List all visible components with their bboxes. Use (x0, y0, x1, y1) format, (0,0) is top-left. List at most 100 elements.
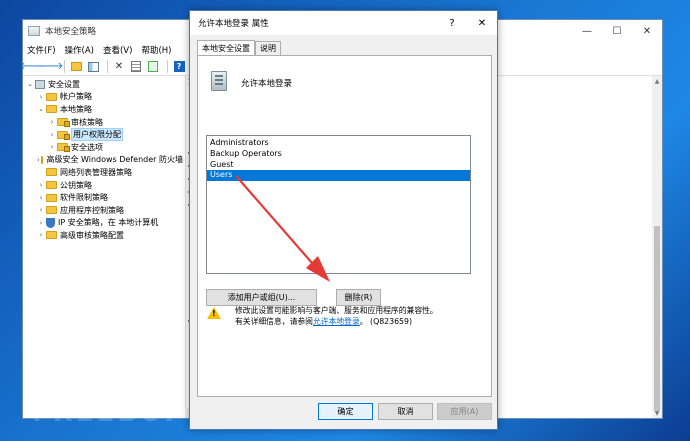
cancel-button[interactable]: 取消 (378, 403, 433, 420)
show-hide-tree-icon[interactable] (86, 60, 100, 74)
warning-line-2-prefix: 有关详细信息，请参阅 (235, 317, 313, 326)
maximize-button[interactable]: ☐ (602, 20, 632, 42)
window-title: 本地安全策略 (45, 27, 97, 37)
tree-item-label: 帐户策略 (60, 92, 92, 102)
vertical-scrollbar[interactable]: ▲ ▼ (652, 76, 662, 418)
tree-item-label: 应用程序控制策略 (60, 205, 124, 215)
folder-icon (46, 105, 57, 114)
tree-item-label: 安全选项 (71, 142, 103, 152)
folder-icon (57, 118, 70, 128)
tree-item[interactable]: › IP 安全策略，在 本地计算机 (23, 217, 183, 230)
delete-x-icon[interactable]: ✕ (112, 60, 126, 74)
folder-icon (57, 143, 70, 153)
list-item-users[interactable]: Users (207, 170, 470, 182)
security-settings-icon (35, 79, 45, 89)
policy-properties-dialog: 允许本地登录 属性 ? ✕ 本地安全设置 说明 允许本地登录 Administr… (189, 10, 498, 430)
chevron-right-icon[interactable]: › (37, 194, 45, 202)
tree-item[interactable]: ⌄ 本地策略 (23, 103, 183, 116)
toolbar-separator (167, 60, 168, 73)
warning-icon: ! (207, 307, 221, 319)
chevron-right-icon[interactable]: › (48, 143, 56, 151)
help-icon[interactable]: ? (172, 60, 186, 74)
list-item-backup-operators[interactable]: Backup Operators (207, 149, 470, 160)
window-controls: — ☐ ✕ (572, 20, 662, 42)
dialog-close-button[interactable]: ✕ (467, 11, 497, 35)
tree-item[interactable]: ⌄ 安全设置 (23, 78, 183, 91)
tree-item[interactable]: › 安全选项 (23, 141, 183, 154)
tab-panel: 允许本地登录 Administrators Backup Operators G… (197, 55, 492, 397)
scroll-up-icon[interactable]: ▲ (652, 76, 662, 86)
toolbar-separator (107, 60, 108, 73)
policy-help-link[interactable]: 允许本地登录 (313, 317, 360, 326)
list-item-administrators[interactable]: Administrators (207, 138, 470, 149)
properties-icon[interactable] (129, 60, 143, 74)
dialog-help-button[interactable]: ? (437, 11, 467, 35)
menu-help[interactable]: 帮助(H) (141, 44, 171, 56)
export-list-icon[interactable] (146, 60, 160, 74)
add-user-or-group-button[interactable]: 添加用户或组(U)... (206, 289, 317, 306)
tree-item-label: 本地策略 (60, 104, 92, 114)
accounts-listbox[interactable]: Administrators Backup Operators Guest Us… (206, 135, 471, 274)
warning-line-2: 有关详细信息，请参阅允许本地登录。 (Q823659) (235, 316, 485, 327)
folder-icon (46, 206, 57, 215)
warning-line-1: 修改此设置可能影响与客户端、服务和应用程序的兼容性。 (235, 306, 438, 315)
dialog-footer: 确定 取消 应用(A) (190, 403, 497, 423)
menu-file[interactable]: 文件(F) (27, 44, 56, 56)
tree-item-label: 用户权限分配 (71, 128, 123, 142)
chevron-right-icon[interactable]: › (37, 93, 45, 101)
folder-icon (57, 130, 70, 140)
scroll-down-icon[interactable]: ▼ (652, 408, 662, 418)
tab-local-security-setting[interactable]: 本地安全设置 (197, 40, 255, 55)
chevron-right-icon[interactable]: › (37, 156, 40, 164)
chevron-right-icon[interactable]: › (37, 181, 45, 189)
chevron-right-icon[interactable]: › (37, 231, 45, 239)
tree-item-label: 高级审核策略配置 (60, 230, 124, 240)
scrollbar-thumb[interactable] (654, 226, 660, 411)
watermark-text: FREEBUF (32, 398, 185, 428)
up-folder-icon[interactable] (69, 60, 83, 74)
dialog-title-bar: 允许本地登录 属性 ? ✕ (190, 11, 497, 35)
menu-view[interactable]: 查看(V) (103, 44, 132, 56)
remove-button[interactable]: 删除(R) (336, 289, 381, 306)
chevron-right-icon[interactable]: › (37, 206, 45, 214)
tree-item-label: IP 安全策略，在 本地计算机 (58, 218, 159, 228)
tree-item[interactable]: › 帐户策略 (23, 91, 183, 104)
toolbar-separator (64, 60, 65, 73)
menu-action[interactable]: 操作(A) (65, 44, 94, 56)
tree-item[interactable]: › 公钥策略 (23, 179, 183, 192)
chevron-down-icon[interactable]: ⌄ (26, 80, 34, 88)
chevron-down-icon[interactable]: ⌄ (37, 105, 45, 113)
tree-item[interactable]: › 高级安全 Windows Defender 防火墙 (23, 154, 183, 167)
dialog-tabs: 本地安全设置 说明 (197, 40, 281, 55)
tree-item[interactable]: 网络列表管理器策略 (23, 166, 183, 179)
list-item-guest[interactable]: Guest (207, 160, 470, 171)
chevron-right-icon[interactable]: › (37, 219, 45, 227)
compatibility-warning: 修改此设置可能影响与客户端、服务和应用程序的兼容性。 有关详细信息，请参阅允许本… (235, 305, 485, 327)
ok-button[interactable]: 确定 (318, 403, 373, 420)
warning-line-2-suffix: 。 (Q823659) (359, 317, 413, 326)
folder-icon (46, 193, 57, 202)
shield-icon (46, 217, 55, 228)
forward-arrow-icon[interactable]: 🡒 (37, 60, 64, 74)
tree-item[interactable]: › 用户权限分配 (23, 128, 183, 142)
tree-item[interactable]: › 软件限制策略 (23, 191, 183, 204)
tree-item-label: 软件限制策略 (60, 193, 108, 203)
dialog-controls: ? ✕ (437, 11, 497, 35)
minimize-button[interactable]: — (572, 20, 602, 42)
dialog-title: 允许本地登录 属性 (198, 19, 269, 29)
chevron-right-icon[interactable]: › (48, 131, 56, 139)
console-tree: ⌄ 安全设置 › 帐户策略 ⌄ 本地策略 › 审核策略 › 用户权限分配 › 安全选项 › 高级安全 Wi… (23, 76, 183, 418)
tree-item[interactable]: › 审核策略 (23, 116, 183, 129)
chevron-right-icon[interactable]: › (48, 118, 56, 126)
tab-explain[interactable]: 说明 (255, 41, 281, 55)
policy-name: 允许本地登录 (241, 79, 293, 89)
tree-item[interactable]: › 应用程序控制策略 (23, 204, 183, 217)
folder-icon (46, 168, 57, 177)
mmc-app-icon (28, 26, 40, 36)
tree-item-label: 公钥策略 (60, 180, 92, 190)
policy-server-icon (211, 71, 227, 91)
close-button[interactable]: ✕ (632, 20, 662, 42)
apply-button[interactable]: 应用(A) (437, 403, 492, 420)
tree-item-label: 网络列表管理器策略 (60, 167, 132, 177)
tree-item[interactable]: › 高级审核策略配置 (23, 229, 183, 242)
